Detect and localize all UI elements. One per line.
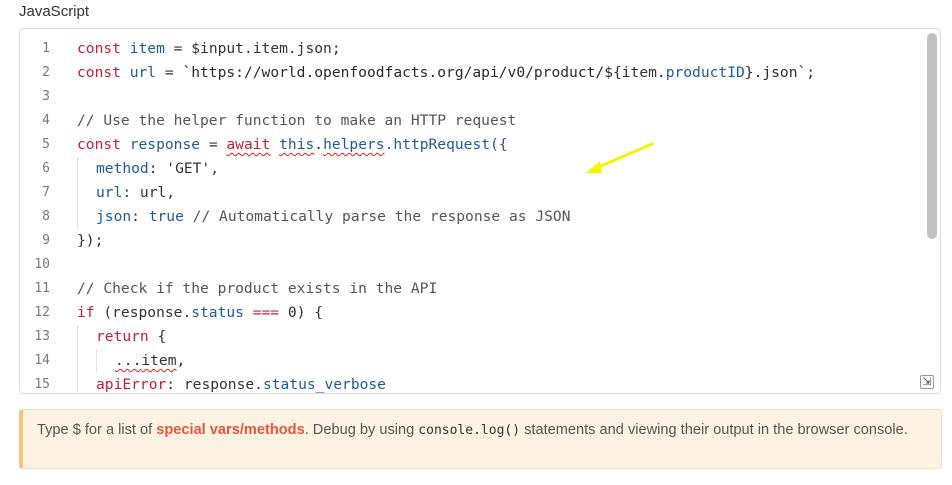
code-token: : response. (166, 376, 263, 393)
code-token: = $input.item.json; (164, 40, 341, 57)
code-token: response (129, 136, 201, 153)
vertical-scrollbar[interactable] (926, 31, 938, 391)
code-token: : url, (122, 184, 176, 201)
code-lines: 1 const item = $input.item.json; 2 const u… (20, 37, 920, 393)
code-line[interactable]: 2 const url = `https://world.openfoodfact… (20, 61, 920, 85)
code-token: return (96, 328, 149, 345)
code-token: ) { (296, 304, 324, 321)
code-token: , (176, 352, 186, 369)
code-comment: // Automatically parse the response as J… (183, 208, 571, 225)
code-token: item (141, 352, 177, 369)
code-token: const (77, 64, 121, 81)
hint-text: Type $ for a list of (37, 422, 157, 438)
field-label: JavaScript (19, 3, 90, 20)
code-token: status_verbose (262, 376, 386, 393)
code-token: ... (115, 352, 142, 369)
indent-guide (77, 373, 96, 393)
code-line[interactable]: 15 apiError: response.status_verbose (20, 373, 920, 393)
code-token: item (129, 40, 165, 57)
code-token: { (148, 328, 167, 345)
annotation-arrow-icon (586, 142, 654, 173)
resize-handle-icon[interactable]: ⇲ (920, 375, 934, 389)
indent-guide (77, 157, 96, 181)
code-token: this (279, 136, 315, 153)
code-line[interactable]: 3 (20, 85, 920, 109)
indent-guide (77, 325, 96, 349)
line-number: 1 (42, 41, 50, 56)
line-number: 12 (34, 305, 50, 320)
code-token: if (77, 304, 95, 321)
code-token: const (77, 136, 121, 153)
code-line[interactable]: 4 // Use the helper function to make an H… (20, 109, 920, 133)
hint-code: console.log() (418, 423, 521, 438)
line-number: 7 (42, 185, 50, 200)
code-line[interactable]: 11 // Check if the product exists in the … (20, 277, 920, 301)
code-comment: // Use the helper function to make an HT… (77, 112, 517, 129)
code-line[interactable]: 13 return { (20, 325, 920, 349)
code-token: method (96, 160, 149, 177)
code-token: : (131, 208, 149, 225)
code-token: json (96, 208, 132, 225)
indent-guide (77, 205, 96, 229)
special-vars-link[interactable]: special vars/methods (156, 422, 304, 438)
code-token: url (96, 184, 123, 201)
hint-text: . Debug by using (304, 422, 419, 438)
code-token: = (200, 136, 227, 153)
code-line[interactable]: 10 (20, 253, 920, 277)
code-token: === (243, 304, 288, 321)
code-token: }.json`; (744, 64, 816, 81)
hint-callout: Type $ for a list of special vars/method… (19, 409, 942, 469)
code-comment: // Check if the product exists in the AP… (77, 280, 438, 297)
scrollbar-thumb[interactable] (927, 33, 937, 239)
code-line[interactable]: 12 if (response.status === 0) { (20, 301, 920, 325)
line-number: 5 (42, 137, 50, 152)
code-line[interactable]: 14 ...item, (20, 349, 920, 373)
line-number: 11 (34, 281, 50, 296)
code-token: = (156, 64, 183, 81)
hint-text: statements and viewing their output in t… (520, 422, 908, 438)
code-token: `https://world.openfoodfacts.org/api/v0/… (182, 64, 622, 81)
line-number: 4 (42, 113, 50, 128)
indent-guide (77, 349, 96, 373)
code-line[interactable]: 7 url: url, (20, 181, 920, 205)
code-line[interactable]: 5 const response = await this.helpers.htt… (20, 133, 920, 157)
line-number: 8 (42, 209, 50, 224)
code-token: url (129, 64, 157, 81)
code-line[interactable]: 1 const item = $input.item.json; (20, 37, 920, 61)
indent-guide (96, 349, 115, 373)
code-token: productID (665, 64, 745, 81)
code-token: : 'GET', (148, 160, 220, 177)
indent-guide (77, 181, 96, 205)
code-token: true (148, 208, 184, 225)
line-number: 13 (34, 329, 50, 344)
line-number: 10 (34, 257, 50, 272)
code-token: const (77, 40, 121, 57)
code-token: 0 (287, 304, 297, 321)
line-number: 14 (34, 353, 50, 368)
code-token: status (191, 304, 244, 321)
code-token: .httpRequest({ (384, 136, 508, 153)
code-token: helpers (323, 136, 385, 153)
code-token: (response. (94, 304, 192, 321)
code-line[interactable]: 8 json: true // Automatically parse the r… (20, 205, 920, 229)
code-line[interactable]: 6 method: 'GET', (20, 157, 920, 181)
line-number: 2 (42, 65, 50, 80)
line-number: 9 (42, 233, 50, 248)
code-token: item. (621, 64, 666, 81)
code-line[interactable]: 9}); (20, 229, 920, 253)
line-number: 3 (42, 89, 50, 104)
line-number: 6 (42, 161, 50, 176)
code-editor[interactable]: 1 const item = $input.item.json; 2 const u… (19, 28, 941, 394)
line-number: 15 (34, 377, 50, 392)
code-token: apiError (96, 376, 167, 393)
code-token: await (226, 136, 271, 153)
code-token: }); (77, 232, 104, 249)
